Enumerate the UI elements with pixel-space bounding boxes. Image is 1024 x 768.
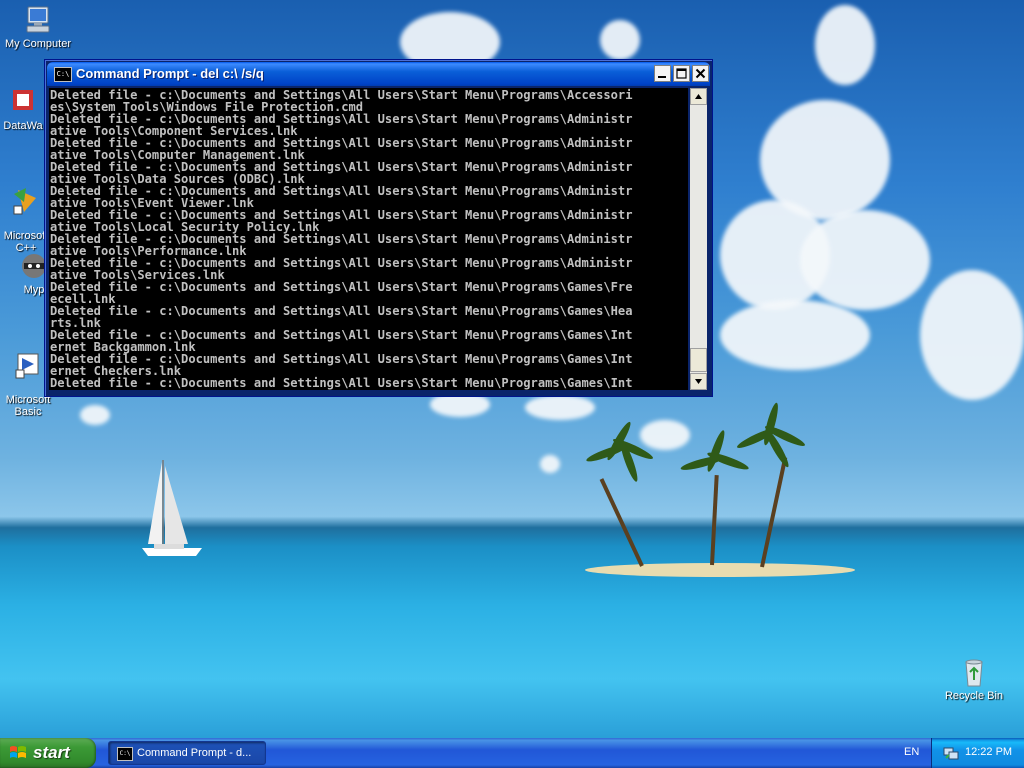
arrow-up-icon xyxy=(695,94,702,99)
desktop-icon-label: Recycle Bin xyxy=(944,690,1004,702)
clock[interactable]: 12:22 PM xyxy=(965,746,1012,758)
start-button[interactable]: start xyxy=(0,738,96,768)
desktop-icon-my-computer[interactable]: My Computer xyxy=(0,4,76,50)
console-text: Deleted file - c:\Documents and Settings… xyxy=(49,88,688,389)
my-computer-icon xyxy=(26,6,50,33)
console-output[interactable]: Deleted file - c:\Documents and Settings… xyxy=(49,88,688,390)
command-prompt-window[interactable]: C:\ Command Prompt - del c:\ /s/q Delete… xyxy=(44,59,713,397)
scroll-up-button[interactable] xyxy=(690,88,707,105)
desktop-icon-label: My Computer xyxy=(4,38,72,50)
taskbar: start C:\ Command Prompt - d... EN 12:22… xyxy=(0,738,1024,768)
window-title: Command Prompt - del c:\ /s/q xyxy=(76,66,264,81)
minimize-icon xyxy=(658,76,666,78)
arrow-down-icon xyxy=(695,379,702,384)
application-icon xyxy=(13,90,33,110)
visual-cpp-icon xyxy=(13,188,36,215)
start-label: start xyxy=(33,743,70,762)
scroll-thumb[interactable] xyxy=(690,348,707,372)
network-icon[interactable] xyxy=(943,745,959,761)
taskbar-item-command-prompt[interactable]: C:\ Command Prompt - d... xyxy=(108,741,266,765)
window-titlebar[interactable]: C:\ Command Prompt - del c:\ /s/q xyxy=(47,62,710,86)
cmd-icon: C:\ xyxy=(117,747,133,761)
taskbar-item-label: Command Prompt - d... xyxy=(137,747,252,759)
console-line: Deleted file - c:\Documents and Settings… xyxy=(50,376,633,390)
windows-logo-icon xyxy=(10,746,26,758)
desktop-icon-label: Myp xyxy=(23,284,45,296)
scroll-down-button[interactable] xyxy=(690,373,707,390)
minimize-button[interactable] xyxy=(654,65,671,82)
maximize-button[interactable] xyxy=(673,65,690,82)
close-button[interactable] xyxy=(692,65,709,82)
language-indicator[interactable]: EN xyxy=(904,746,919,758)
maximize-icon xyxy=(676,68,687,79)
desktop-icon-label: DataWa xyxy=(3,120,43,132)
recycle-bin-icon xyxy=(965,659,983,687)
desktop-icon-label: Microsoft Basic xyxy=(5,394,51,418)
desktop-icon-recycle-bin[interactable]: Recycle Bin xyxy=(936,656,1012,702)
close-icon xyxy=(695,68,706,79)
system-tray: 12:22 PM xyxy=(931,738,1024,768)
vertical-scrollbar[interactable] xyxy=(690,88,707,390)
visual-basic-icon xyxy=(15,353,39,379)
console-line: Deleted file - c:\Documents and Settings… xyxy=(50,304,633,318)
cmd-icon[interactable]: C:\ xyxy=(54,67,72,82)
console-line: Deleted file - c:\Documents and Settings… xyxy=(50,280,633,294)
